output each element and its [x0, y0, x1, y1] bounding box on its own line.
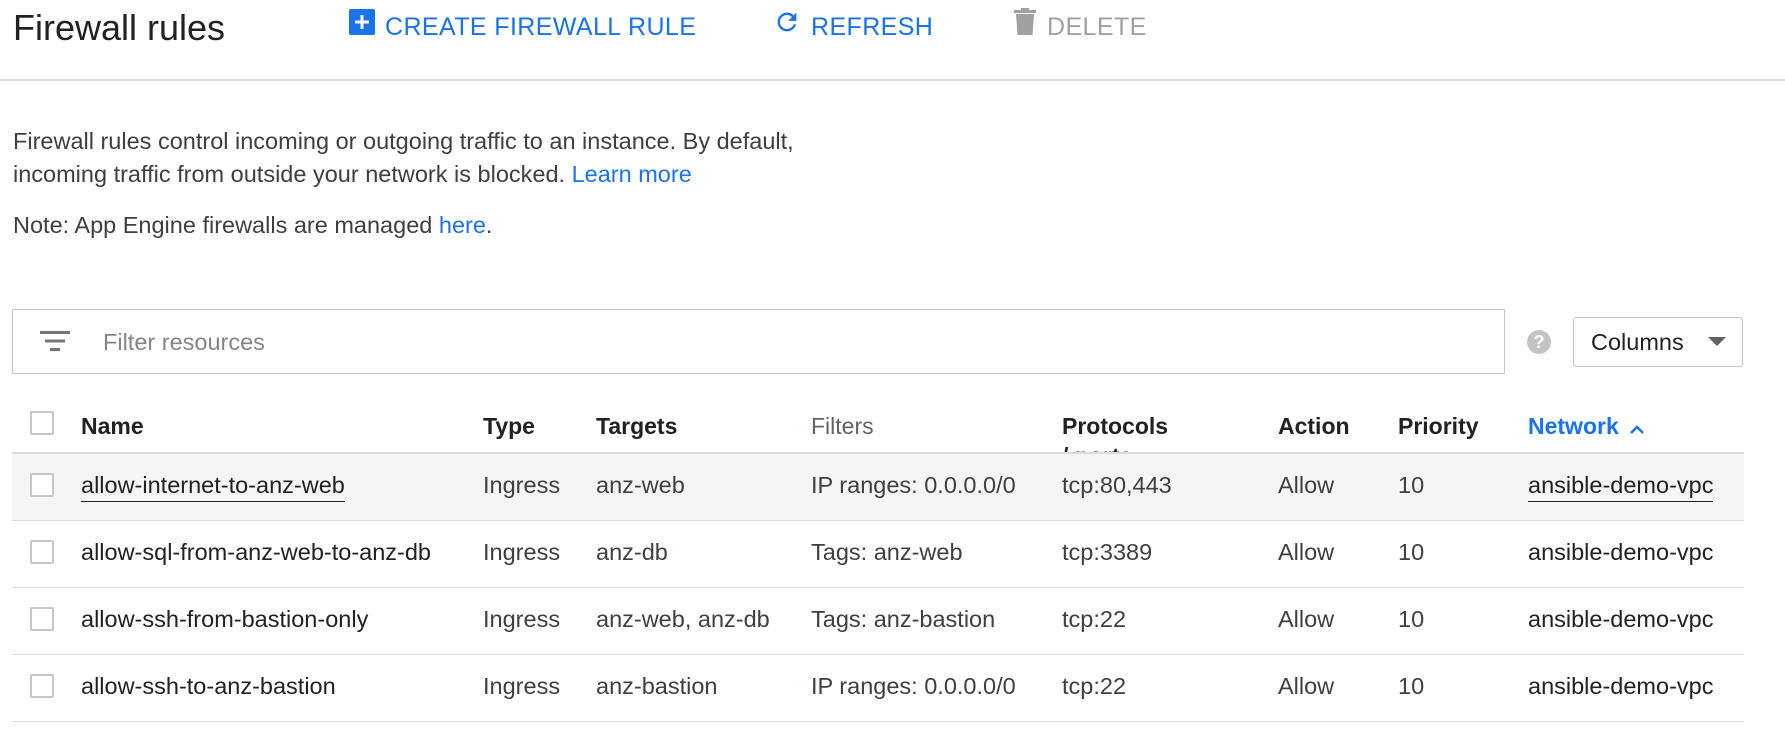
rule-targets: anz-db	[596, 539, 668, 565]
column-header-type[interactable]: Type	[483, 411, 535, 441]
header-divider	[0, 79, 1785, 81]
app-engine-note: Note: App Engine firewalls are managed h…	[13, 208, 492, 242]
rule-targets: anz-bastion	[596, 673, 718, 699]
column-header-network[interactable]: Network	[1528, 411, 1645, 441]
column-header-priority[interactable]: Priority	[1398, 411, 1479, 441]
column-header-targets[interactable]: Targets	[596, 411, 677, 441]
app-engine-note-text: Note: App Engine firewalls are managed	[13, 212, 433, 238]
delete-button[interactable]: DELETE	[1013, 7, 1147, 47]
filter-resources-input[interactable]	[103, 318, 1483, 366]
learn-more-link[interactable]: Learn more	[572, 161, 692, 187]
column-header-action[interactable]: Action	[1278, 411, 1350, 441]
description-line-2: incoming traffic from outside your netwo…	[13, 157, 692, 191]
note-period: .	[485, 212, 493, 238]
rule-action: Allow	[1278, 606, 1335, 632]
rule-action: Allow	[1278, 539, 1335, 565]
description-line-1: Firewall rules control incoming or outgo…	[13, 128, 794, 154]
select-all-checkbox[interactable]	[30, 411, 54, 435]
rule-priority: 10	[1398, 673, 1425, 699]
trash-icon	[1013, 7, 1037, 47]
dropdown-arrow-icon	[1708, 337, 1726, 346]
column-header-network-label: Network	[1528, 413, 1619, 439]
add-box-icon	[349, 8, 375, 46]
rule-name-link[interactable]: allow-ssh-to-anz-bastion	[81, 671, 336, 701]
columns-label: Columns	[1591, 328, 1684, 355]
rule-protocols: tcp:3389	[1062, 539, 1153, 565]
description-line-2-text: incoming traffic from outside your netwo…	[13, 161, 566, 187]
row-checkbox[interactable]	[30, 674, 54, 698]
create-firewall-rule-button[interactable]: CREATE FIREWALL RULE	[349, 8, 696, 46]
here-link[interactable]: here	[439, 212, 486, 238]
rule-name-link[interactable]: allow-sql-from-anz-web-to-anz-db	[81, 537, 431, 567]
rule-protocols: tcp:80,443	[1062, 472, 1172, 498]
row-checkbox[interactable]	[30, 540, 54, 564]
rule-protocols: tcp:22	[1062, 606, 1127, 632]
help-icon[interactable]: ?	[1527, 330, 1551, 354]
rule-name-link[interactable]: allow-ssh-from-bastion-only	[81, 604, 368, 634]
rule-type: Ingress	[483, 539, 561, 565]
refresh-icon	[773, 8, 801, 47]
page-title: Firewall rules	[13, 7, 226, 48]
rule-network-link[interactable]: ansible-demo-vpc	[1528, 671, 1713, 701]
filter-list-icon	[40, 329, 70, 358]
row-checkbox[interactable]	[30, 473, 54, 497]
column-header-name[interactable]: Name	[81, 411, 144, 441]
rule-network-link[interactable]: ansible-demo-vpc	[1528, 537, 1713, 567]
create-firewall-rule-label: CREATE FIREWALL RULE	[385, 13, 697, 41]
rule-priority: 10	[1398, 539, 1425, 565]
sort-ascending-icon	[1629, 411, 1645, 441]
rule-filters: Tags: anz-web	[811, 539, 963, 565]
rule-protocols: tcp:22	[1062, 673, 1127, 699]
refresh-label: REFRESH	[811, 13, 934, 41]
rule-action: Allow	[1278, 472, 1335, 498]
delete-label: DELETE	[1047, 13, 1147, 41]
rule-name-link[interactable]: allow-internet-to-anz-web	[81, 470, 345, 502]
rule-filters: IP ranges: 0.0.0.0/0	[811, 673, 1016, 699]
refresh-button[interactable]: REFRESH	[773, 8, 933, 46]
rule-name-text[interactable]: allow-internet-to-anz-web	[81, 472, 345, 502]
column-header-filters: Filters	[811, 413, 874, 439]
rule-type: Ingress	[483, 673, 561, 699]
rule-priority: 10	[1398, 606, 1425, 632]
rule-action: Allow	[1278, 673, 1335, 699]
row-checkbox[interactable]	[30, 607, 54, 631]
rule-network-text[interactable]: ansible-demo-vpc	[1528, 472, 1714, 502]
rule-type: Ingress	[483, 472, 561, 498]
rule-targets: anz-web, anz-db	[596, 606, 770, 632]
columns-dropdown[interactable]: Columns	[1573, 317, 1743, 367]
rule-filters: Tags: anz-bastion	[811, 606, 996, 632]
rule-network-link[interactable]: ansible-demo-vpc	[1528, 470, 1714, 502]
rule-priority: 10	[1398, 472, 1425, 498]
rule-filters: IP ranges: 0.0.0.0/0	[811, 472, 1016, 498]
rule-targets: anz-web	[596, 472, 685, 498]
rule-network-link[interactable]: ansible-demo-vpc	[1528, 604, 1713, 634]
rule-type: Ingress	[483, 606, 561, 632]
